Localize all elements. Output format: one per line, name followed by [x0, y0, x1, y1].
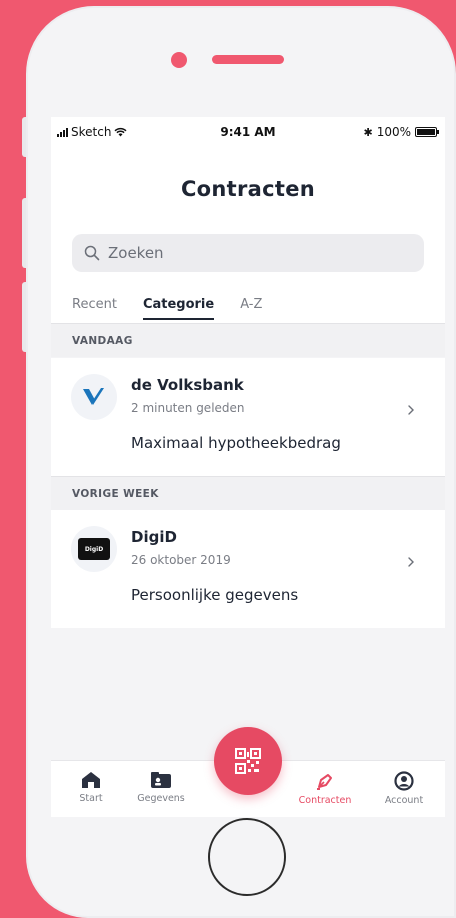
nav-label: Start [79, 793, 103, 804]
scan-qr-button[interactable] [214, 727, 282, 795]
nav-label: Account [384, 795, 424, 806]
tab-a-z[interactable]: A-Z [240, 297, 262, 320]
tab-recent[interactable]: Recent [72, 297, 117, 320]
tab-categorie[interactable]: Categorie [142, 297, 215, 320]
chevron-right-icon [408, 405, 414, 415]
digid-logo-text: DigiD [84, 545, 104, 553]
chevron-right-icon [408, 557, 414, 567]
nav-gegevens[interactable]: Gegevens [126, 771, 196, 804]
filter-tabs: Recent Categorie A-Z [72, 297, 262, 320]
battery-icon [415, 127, 439, 137]
contract-description: Maximaal hypotheekbedrag [131, 434, 341, 452]
user-icon [394, 771, 414, 791]
contract-card-volksbank[interactable]: de Volksbank 2 minuten geleden Maximaal … [51, 358, 445, 476]
nav-label: Gegevens [137, 793, 185, 804]
contract-description: Persoonlijke gegevens [131, 586, 299, 604]
header: Contracten Recent Categorie A-Z [51, 147, 445, 323]
status-right: ✱ 100% [363, 125, 439, 139]
status-bar: Sketch 9:41 AM ✱ 100% [51, 117, 445, 147]
page-title: Contracten [180, 177, 316, 201]
battery-percentage: 100% [376, 125, 411, 139]
contract-timestamp: 2 minuten geleden [131, 401, 245, 415]
nav-contracten[interactable]: Contracten [290, 771, 360, 806]
nav-account[interactable]: Account [369, 771, 439, 806]
section-header-today: VANDAAG [51, 323, 445, 357]
home-button[interactable] [208, 818, 286, 896]
app-screen: Sketch 9:41 AM ✱ 100% Contracten Recent … [51, 117, 445, 817]
front-camera [171, 52, 187, 68]
digid-logo: DigiD [71, 526, 117, 572]
id-card-icon [151, 772, 171, 788]
volksbank-logo [71, 374, 117, 420]
pen-icon [317, 774, 332, 790]
bluetooth-icon: ✱ [363, 125, 373, 139]
search-bar[interactable] [72, 234, 424, 272]
search-input[interactable] [108, 244, 398, 262]
home-icon [82, 772, 100, 788]
search-icon [84, 245, 100, 261]
speaker-grille [212, 55, 284, 64]
nav-start[interactable]: Start [56, 771, 126, 804]
nav-label: Contracten [298, 795, 352, 806]
contract-provider: DigiD [131, 528, 177, 546]
contract-card-digid[interactable]: DigiD DigiD 26 oktober 2019 Persoonlijke… [51, 510, 445, 628]
qr-code-icon [235, 748, 261, 774]
contract-timestamp: 26 oktober 2019 [131, 553, 231, 567]
contract-provider: de Volksbank [131, 376, 244, 394]
section-header-last-week: VORIGE WEEK [51, 476, 445, 510]
